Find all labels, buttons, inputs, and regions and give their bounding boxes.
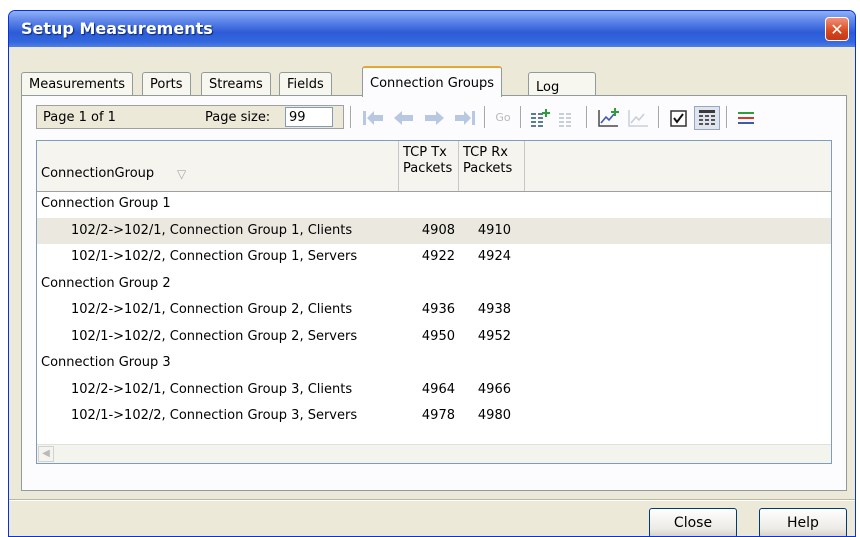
grid-body: Connection Group 1 102/2->102/1, Connect… <box>37 191 831 430</box>
list-view-icon[interactable] <box>734 106 758 130</box>
title-bar[interactable]: Setup Measurements ✕ <box>9 11 855 47</box>
tcp-rx-value: 4910 <box>477 222 511 238</box>
toolbar: Page 1 of 1 Page size: Go <box>22 96 846 140</box>
group-row[interactable]: Connection Group 2 <box>37 271 831 298</box>
tcp-tx-value: 4950 <box>421 328 455 344</box>
help-button[interactable]: Help <box>759 508 847 536</box>
checkbox-icon[interactable] <box>668 106 690 130</box>
table-row[interactable]: 102/1->102/2, Connection Group 3, Server… <box>37 403 831 430</box>
connection-name: 102/2->102/1, Connection Group 1, Client… <box>71 222 353 238</box>
tcp-rx-value: 4938 <box>477 302 511 317</box>
toolbar-separator <box>520 106 522 128</box>
table-row[interactable]: 102/2->102/1, Connection Group 2, Client… <box>37 297 831 324</box>
close-button[interactable]: Close <box>649 508 737 536</box>
toolbar-separator <box>658 106 660 128</box>
go-label: Go <box>495 111 511 124</box>
tab-strip: Measurements Ports Streams Fields Connec… <box>21 66 847 97</box>
tcp-tx-value: 4922 <box>421 249 455 264</box>
horizontal-scrollbar[interactable]: ◀ <box>37 444 831 463</box>
group-row[interactable]: Connection Group 3 <box>37 350 831 377</box>
toolbar-separator <box>726 106 728 128</box>
tab-log[interactable]: Log <box>528 72 596 97</box>
first-page-icon[interactable] <box>360 106 386 130</box>
toolbar-separator <box>350 106 352 128</box>
toolbar-separator <box>586 106 588 128</box>
add-columns-icon[interactable] <box>528 106 552 130</box>
tcp-rx-value: 4966 <box>477 381 511 397</box>
table-row[interactable]: 102/1->102/2, Connection Group 1, Server… <box>37 244 831 271</box>
tcp-tx-value: 4908 <box>421 222 455 238</box>
group-name: Connection Group 3 <box>41 355 171 370</box>
connection-name: 102/1->102/2, Connection Group 3, Server… <box>71 408 358 423</box>
go-button[interactable]: Go <box>492 106 514 130</box>
connection-name: 102/1->102/2, Connection Group 2, Server… <box>71 328 358 344</box>
page-size-label: Page size: <box>205 110 271 125</box>
table-row[interactable]: 102/2->102/1, Connection Group 1, Client… <box>37 217 831 244</box>
connection-name: 102/1->102/2, Connection Group 1, Server… <box>71 249 358 264</box>
connection-groups-panel: Page 1 of 1 Page size: Go <box>21 95 847 491</box>
table-row[interactable]: 102/2->102/1, Connection Group 3, Client… <box>37 377 831 404</box>
column-header-line: Packets <box>403 161 453 176</box>
sort-icon[interactable]: ▽ <box>177 167 186 181</box>
toolbar-separator <box>484 106 486 128</box>
connection-name: 102/2->102/1, Connection Group 3, Client… <box>71 381 353 397</box>
tcp-rx-value: 4980 <box>477 408 511 423</box>
page-info: Page 1 of 1 <box>43 110 116 125</box>
group-row[interactable]: Connection Group 1 <box>37 191 831 218</box>
tcp-tx-value: 4978 <box>421 408 455 423</box>
tcp-tx-value: 4936 <box>421 302 455 317</box>
column-header-tcp-tx-packets[interactable]: TCP Tx Packets <box>399 141 459 191</box>
remove-columns-icon[interactable] <box>556 106 580 130</box>
tab-streams[interactable]: Streams <box>201 72 271 96</box>
last-page-icon[interactable] <box>452 106 478 130</box>
group-name: Connection Group 1 <box>41 196 171 211</box>
footer-divider <box>9 499 855 501</box>
next-page-icon[interactable] <box>422 106 446 130</box>
remove-chart-icon[interactable] <box>626 106 652 130</box>
connection-name: 102/2->102/1, Connection Group 2, Client… <box>71 302 353 317</box>
tab-fields[interactable]: Fields <box>279 72 332 96</box>
column-header-connection-group[interactable]: ConnectionGroup ▽ <box>37 141 399 191</box>
connection-groups-grid: ConnectionGroup ▽ TCP Tx Packets TCP Rx … <box>36 140 832 464</box>
grid-view-icon[interactable] <box>694 106 720 130</box>
column-header-label: ConnectionGroup <box>41 166 155 181</box>
window-title: Setup Measurements <box>21 19 213 38</box>
column-header-line: TCP Rx <box>463 145 508 160</box>
page-size-input[interactable] <box>285 107 333 127</box>
column-header-line: Packets <box>463 161 513 176</box>
group-name: Connection Group 2 <box>41 275 171 291</box>
tcp-rx-value: 4952 <box>477 328 511 344</box>
column-header-tcp-rx-packets[interactable]: TCP Rx Packets <box>459 141 525 191</box>
tab-measurements[interactable]: Measurements <box>21 72 134 96</box>
scroll-left-arrow-icon[interactable]: ◀ <box>38 446 54 462</box>
add-chart-icon[interactable] <box>596 106 622 130</box>
column-header-line: TCP Tx <box>403 145 447 160</box>
tcp-tx-value: 4964 <box>421 381 455 397</box>
column-header-label: TCP Tx Packets <box>403 145 452 177</box>
tab-ports[interactable]: Ports <box>142 72 191 96</box>
tcp-rx-value: 4924 <box>477 249 511 264</box>
setup-measurements-window: Setup Measurements ✕ Measurements Ports … <box>8 10 856 537</box>
close-window-button[interactable]: ✕ <box>825 17 849 41</box>
tab-connection-groups[interactable]: Connection Groups <box>362 66 503 97</box>
previous-page-icon[interactable] <box>392 106 416 130</box>
table-row[interactable]: 102/1->102/2, Connection Group 2, Server… <box>37 324 831 351</box>
column-header-label: TCP Rx Packets <box>463 145 512 177</box>
grid-header: ConnectionGroup ▽ TCP Tx Packets TCP Rx … <box>37 141 831 192</box>
pagination-box: Page 1 of 1 Page size: <box>36 105 344 129</box>
